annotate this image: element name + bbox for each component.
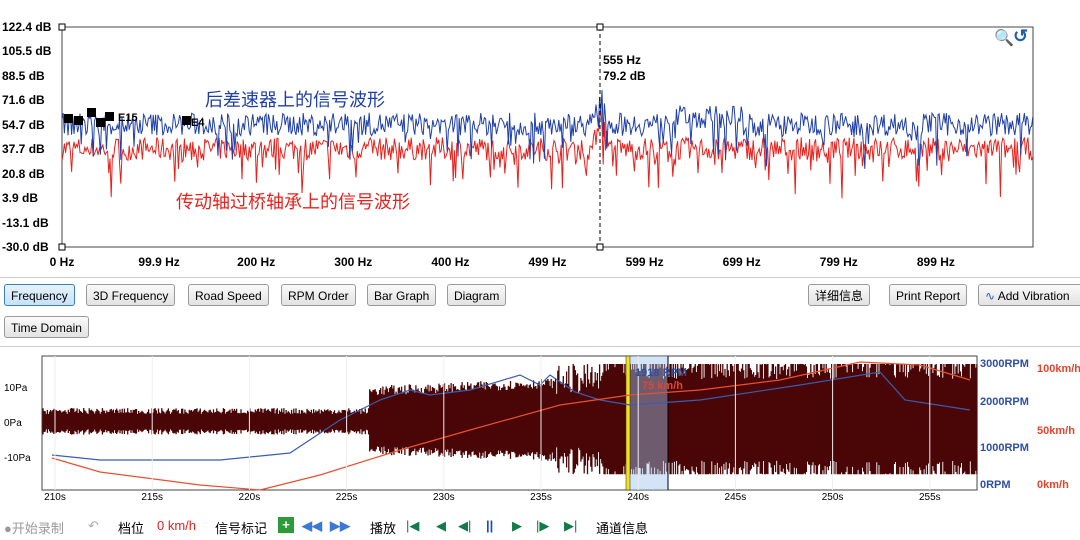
time-tick: 245s <box>724 492 747 503</box>
undo-icon[interactable]: ↺ <box>1013 26 1028 47</box>
print-report-button[interactable]: Print Report <box>889 284 968 306</box>
details-button[interactable]: 详细信息 <box>808 284 871 306</box>
speed-value: 0 km/h <box>157 518 197 533</box>
y-tick: 3.9 dB <box>2 191 39 206</box>
time-tick: 230s <box>432 492 455 503</box>
signal-mark-label: 信号标记 <box>215 521 268 536</box>
speed-tick: 0km/h <box>1037 479 1069 491</box>
divider <box>0 346 1080 347</box>
add-vibration-label: Add Vibration <box>997 289 1070 303</box>
playhead <box>625 355 631 491</box>
prev-mark-button[interactable]: ◀◀ <box>302 518 322 534</box>
rpm-tick: 0RPM <box>980 479 1011 491</box>
x-tick: 400 Hz <box>431 255 470 269</box>
cursor-rpm: 1918 RPM <box>635 367 687 379</box>
add-vibration-button[interactable]: ∿ Add Vibration <box>978 284 1080 306</box>
record-label: 开始录制 <box>11 521 64 536</box>
view-button-3d-frequency[interactable]: 3D Frequency <box>86 284 176 306</box>
view-button-frequency[interactable]: Frequency <box>4 284 75 306</box>
step-back-button[interactable]: ◀ <box>436 518 446 534</box>
pressure-tick: -10Pa <box>4 453 31 464</box>
time-tick: 210s <box>44 492 66 503</box>
speed-tick: 50km/h <box>1037 425 1075 437</box>
marker <box>96 118 105 127</box>
plot-frame <box>61 26 1034 248</box>
speed-tick: 100km/h <box>1037 363 1080 375</box>
view-button-rpm-order[interactable]: RPM Order <box>281 284 356 306</box>
last-button[interactable]: ▶| <box>564 518 577 534</box>
y-tick: 105.5 dB <box>2 44 52 59</box>
time-tick: 225s <box>335 492 358 503</box>
gear-label: 档位 <box>118 521 145 536</box>
marker-label: E4 <box>191 117 205 129</box>
marker <box>64 114 73 123</box>
zoom-icon[interactable]: 🔍 <box>994 28 1014 48</box>
time-tick: 250s <box>821 492 844 503</box>
cursor-frequency: 555 Hz <box>603 53 642 67</box>
x-tick: 300 Hz <box>334 255 373 269</box>
handle <box>58 23 66 31</box>
handle <box>596 23 604 31</box>
handle <box>58 243 66 251</box>
channel-info-button[interactable]: 通道信息 <box>596 518 648 537</box>
handle <box>596 243 604 251</box>
y-tick: 122.4 dB <box>2 20 52 34</box>
pressure-tick: 0Pa <box>4 418 22 429</box>
red-series-label: 传动轴过桥轴承上的信号波形 <box>176 192 410 213</box>
first-button[interactable]: |◀ <box>406 518 419 534</box>
x-tick: 799 Hz <box>819 255 858 269</box>
record-button[interactable]: ●开始录制 <box>4 518 64 537</box>
view-button-road-speed[interactable]: Road Speed <box>188 284 269 306</box>
time-domain-plot[interactable] <box>0 350 1080 510</box>
cursor-level: 79.2 dB <box>603 69 646 83</box>
spectrum-plot <box>58 23 1034 251</box>
marker <box>87 108 96 117</box>
time-tick: 255s <box>918 492 941 503</box>
pause-button[interactable]: || <box>486 518 493 533</box>
blue-series-label: 后差速器上的信号波形 <box>205 90 385 111</box>
x-tick: 699 Hz <box>722 255 761 269</box>
time-tick: 235s <box>530 492 552 503</box>
x-tick: 499 Hz <box>528 255 567 269</box>
time-tick: 215s <box>141 492 164 503</box>
rewind-button[interactable]: ◀| <box>458 518 471 534</box>
y-tick: -13.1 dB <box>2 215 49 230</box>
x-tick: 99.9 Hz <box>138 255 180 269</box>
rpm-tick: 2000RPM <box>980 396 1029 408</box>
y-tick: 20.8 dB <box>2 166 45 181</box>
cursor-readout: 555 Hz 79.2 dB <box>603 52 646 84</box>
view-button-diagram[interactable]: Diagram <box>447 284 507 306</box>
view-button-time-domain[interactable]: Time Domain <box>4 316 89 338</box>
forward-button[interactable]: |▶ <box>536 518 549 534</box>
y-tick: 88.5 dB <box>2 68 45 83</box>
rpm-tick: 1000RPM <box>980 442 1029 454</box>
next-mark-button[interactable]: ▶▶ <box>330 518 350 534</box>
marker <box>74 116 83 125</box>
play-button[interactable]: ▶ <box>512 518 522 534</box>
x-tick: 200 Hz <box>237 255 276 269</box>
marker-label: E15 <box>118 112 138 124</box>
spectrum-chart: 122.4 dB 105.5 dB 88.5 dB 71.6 dB 54.7 dB 37.… <box>0 0 1080 275</box>
y-tick: 71.6 dB <box>2 93 45 108</box>
time-tick: 220s <box>238 492 261 503</box>
record-icon: ● <box>4 521 12 536</box>
marker <box>182 116 191 125</box>
undo-button[interactable]: ↶ <box>88 518 99 534</box>
y-tick: -30.0 dB <box>2 240 49 254</box>
add-mark-button[interactable]: + <box>278 517 294 533</box>
marker <box>105 112 114 121</box>
x-tick: 899 Hz <box>916 255 955 269</box>
cursor-speed: 75 km/h <box>642 380 683 392</box>
view-button-bar-graph[interactable]: Bar Graph <box>367 284 437 306</box>
time-tick: 240s <box>627 492 650 503</box>
x-tick: 0 Hz <box>49 255 75 269</box>
y-tick: 54.7 dB <box>2 117 45 132</box>
vibration-icon: ∿ <box>985 289 996 303</box>
rpm-tick: 3000RPM <box>980 358 1029 370</box>
y-tick: 37.7 dB <box>2 142 45 157</box>
divider <box>0 277 1080 278</box>
x-tick: 599 Hz <box>625 255 664 269</box>
play-label: 播放 <box>370 521 397 536</box>
pressure-tick: 10Pa <box>4 383 28 394</box>
